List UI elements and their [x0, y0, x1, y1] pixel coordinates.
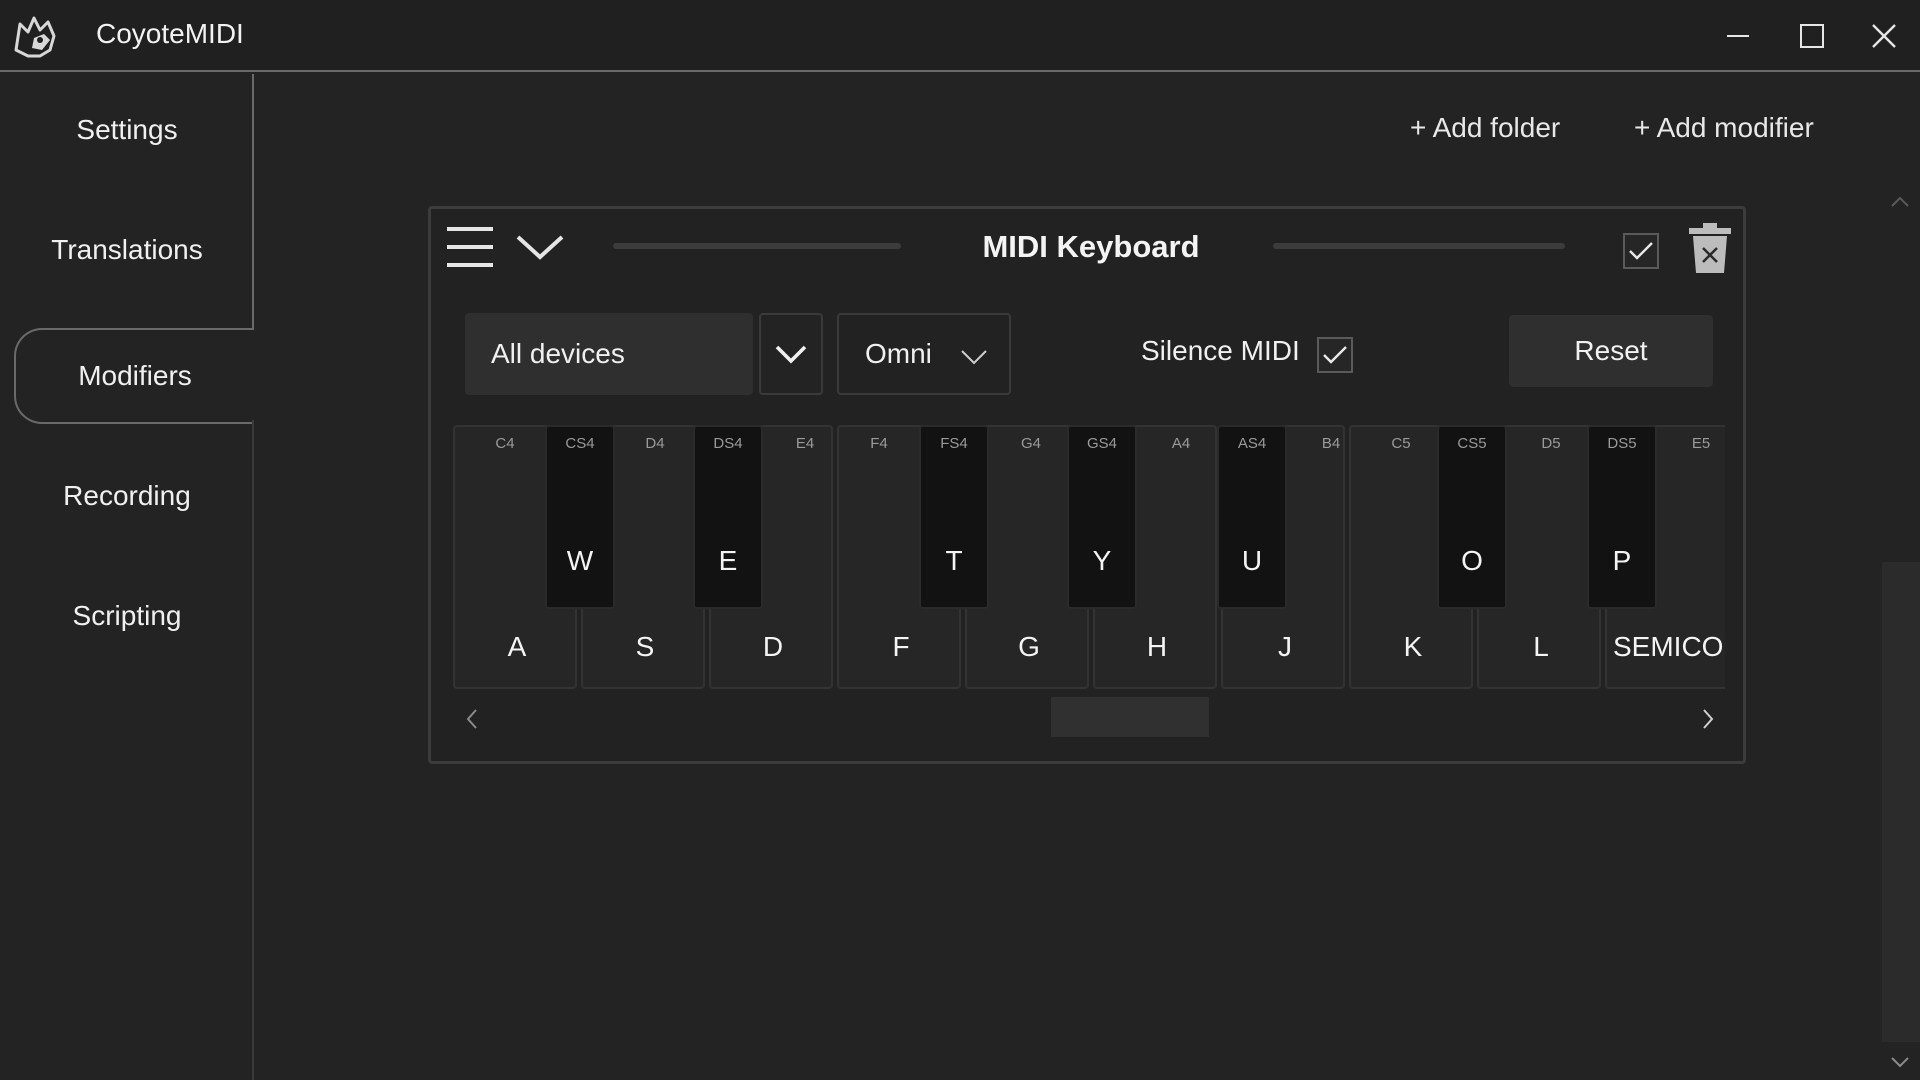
chevron-down-icon: [961, 350, 987, 365]
minimize-icon: [1727, 35, 1749, 37]
sidebar-item-settings[interactable]: Settings: [0, 82, 254, 178]
channel-value: Omni: [865, 338, 932, 369]
close-button[interactable]: [1862, 14, 1906, 58]
checkmark-icon: [1323, 346, 1347, 364]
silence-midi-checkbox[interactable]: [1317, 337, 1353, 373]
note-label: DS4: [713, 435, 743, 452]
reset-button[interactable]: Reset: [1509, 315, 1713, 387]
note-label: D4: [645, 435, 665, 452]
key-binding: K: [1403, 631, 1423, 662]
vertical-scrollbar-thumb[interactable]: [1882, 562, 1920, 1042]
modifier-title: MIDI Keyboard: [982, 229, 1200, 264]
note-label: E4: [795, 435, 815, 452]
black-key[interactable]: GS4 Y: [1067, 425, 1137, 609]
app-title: CoyoteMIDI: [96, 18, 244, 49]
sidebar: Settings Translations Modifiers Recordin…: [0, 74, 254, 1080]
sidebar-item-modifiers[interactable]: Modifiers: [14, 328, 254, 424]
key-binding: W: [566, 545, 594, 576]
chevron-down-icon: [516, 235, 564, 260]
key-binding: G: [1018, 631, 1040, 662]
key-binding: H: [1146, 631, 1168, 662]
header-divider: [1273, 243, 1565, 249]
sidebar-item-scripting[interactable]: Scripting: [0, 568, 254, 664]
black-key[interactable]: DS5 P: [1587, 425, 1657, 609]
note-label: DS5: [1607, 435, 1637, 452]
checkmark-icon: [1629, 242, 1653, 260]
note-label: F4: [870, 435, 888, 452]
sidebar-item-recording[interactable]: Recording: [0, 448, 254, 544]
note-label: GS4: [1086, 435, 1117, 452]
maximize-icon: [1800, 24, 1824, 48]
enable-checkbox[interactable]: [1623, 233, 1659, 269]
scroll-left-button[interactable]: [461, 705, 483, 733]
key-binding: A: [507, 631, 527, 662]
key-binding: L: [1533, 631, 1549, 662]
add-folder-button[interactable]: + Add folder: [1410, 112, 1560, 144]
key-binding: SEMICOLON: [1613, 631, 1725, 662]
scroll-down-button[interactable]: [1888, 1050, 1912, 1074]
silence-midi-label: Silence MIDI: [1141, 335, 1300, 366]
horizontal-scrollbar-thumb[interactable]: [1051, 697, 1209, 737]
key-binding: F: [892, 631, 910, 662]
device-dropdown-button[interactable]: [759, 313, 823, 395]
note-label: C4: [495, 435, 515, 452]
channel-select[interactable]: Omni: [837, 313, 1011, 395]
scroll-right-button[interactable]: [1697, 705, 1719, 733]
black-key[interactable]: AS4 U: [1217, 425, 1287, 609]
note-label: D5: [1541, 435, 1561, 452]
sidebar-item-translations[interactable]: Translations: [0, 202, 254, 298]
trash-icon: [1689, 223, 1731, 273]
note-label: AS4: [1237, 435, 1267, 452]
maximize-button[interactable]: [1790, 14, 1834, 58]
piano-keyboard: C4 A D4 S E4 D F4 F G4 G A4 H B4 J C5 K D5 L E5 SE…: [453, 425, 1725, 691]
sidebar-divider: [252, 74, 254, 328]
note-label: E5: [1691, 435, 1711, 452]
key-binding: O: [1461, 545, 1483, 576]
black-key[interactable]: DS4 E: [693, 425, 763, 609]
title-bar: CoyoteMIDI: [0, 0, 1920, 72]
hamburger-icon: [447, 227, 493, 267]
black-key[interactable]: FS4 T: [919, 425, 989, 609]
modifier-panel: MIDI Keyboard All devices Omni Silence M…: [428, 206, 1746, 764]
drag-handle-button[interactable]: [445, 225, 495, 269]
note-label: CS4: [565, 435, 595, 452]
chevron-up-icon: [1891, 196, 1909, 207]
key-binding: E: [718, 545, 738, 576]
scroll-up-button[interactable]: [1888, 190, 1912, 214]
chevron-left-icon: [466, 709, 477, 729]
note-label: FS4: [940, 435, 968, 452]
close-icon: [1872, 24, 1896, 48]
collapse-button[interactable]: [515, 231, 565, 263]
key-binding: D: [762, 631, 784, 662]
key-binding: P: [1612, 545, 1632, 576]
header-divider: [613, 243, 901, 249]
add-modifier-button[interactable]: + Add modifier: [1634, 112, 1814, 144]
key-binding: J: [1278, 631, 1292, 662]
note-label: CS5: [1457, 435, 1487, 452]
black-key[interactable]: CS5 O: [1437, 425, 1507, 609]
chevron-down-icon: [775, 345, 807, 364]
chevron-down-icon: [1891, 1057, 1909, 1068]
sidebar-divider: [252, 420, 254, 1080]
note-label: A4: [1171, 435, 1191, 452]
key-binding: Y: [1092, 545, 1112, 576]
device-select[interactable]: All devices: [465, 313, 753, 395]
key-binding: T: [945, 545, 963, 576]
key-binding: U: [1241, 545, 1263, 576]
note-label: C5: [1391, 435, 1411, 452]
chevron-right-icon: [1703, 709, 1714, 729]
minimize-button[interactable]: [1716, 14, 1760, 58]
coyote-logo-icon: [10, 10, 62, 62]
black-key[interactable]: CS4 W: [545, 425, 615, 609]
note-label: G4: [1020, 435, 1041, 452]
delete-button[interactable]: [1687, 223, 1733, 275]
key-binding: S: [635, 631, 655, 662]
